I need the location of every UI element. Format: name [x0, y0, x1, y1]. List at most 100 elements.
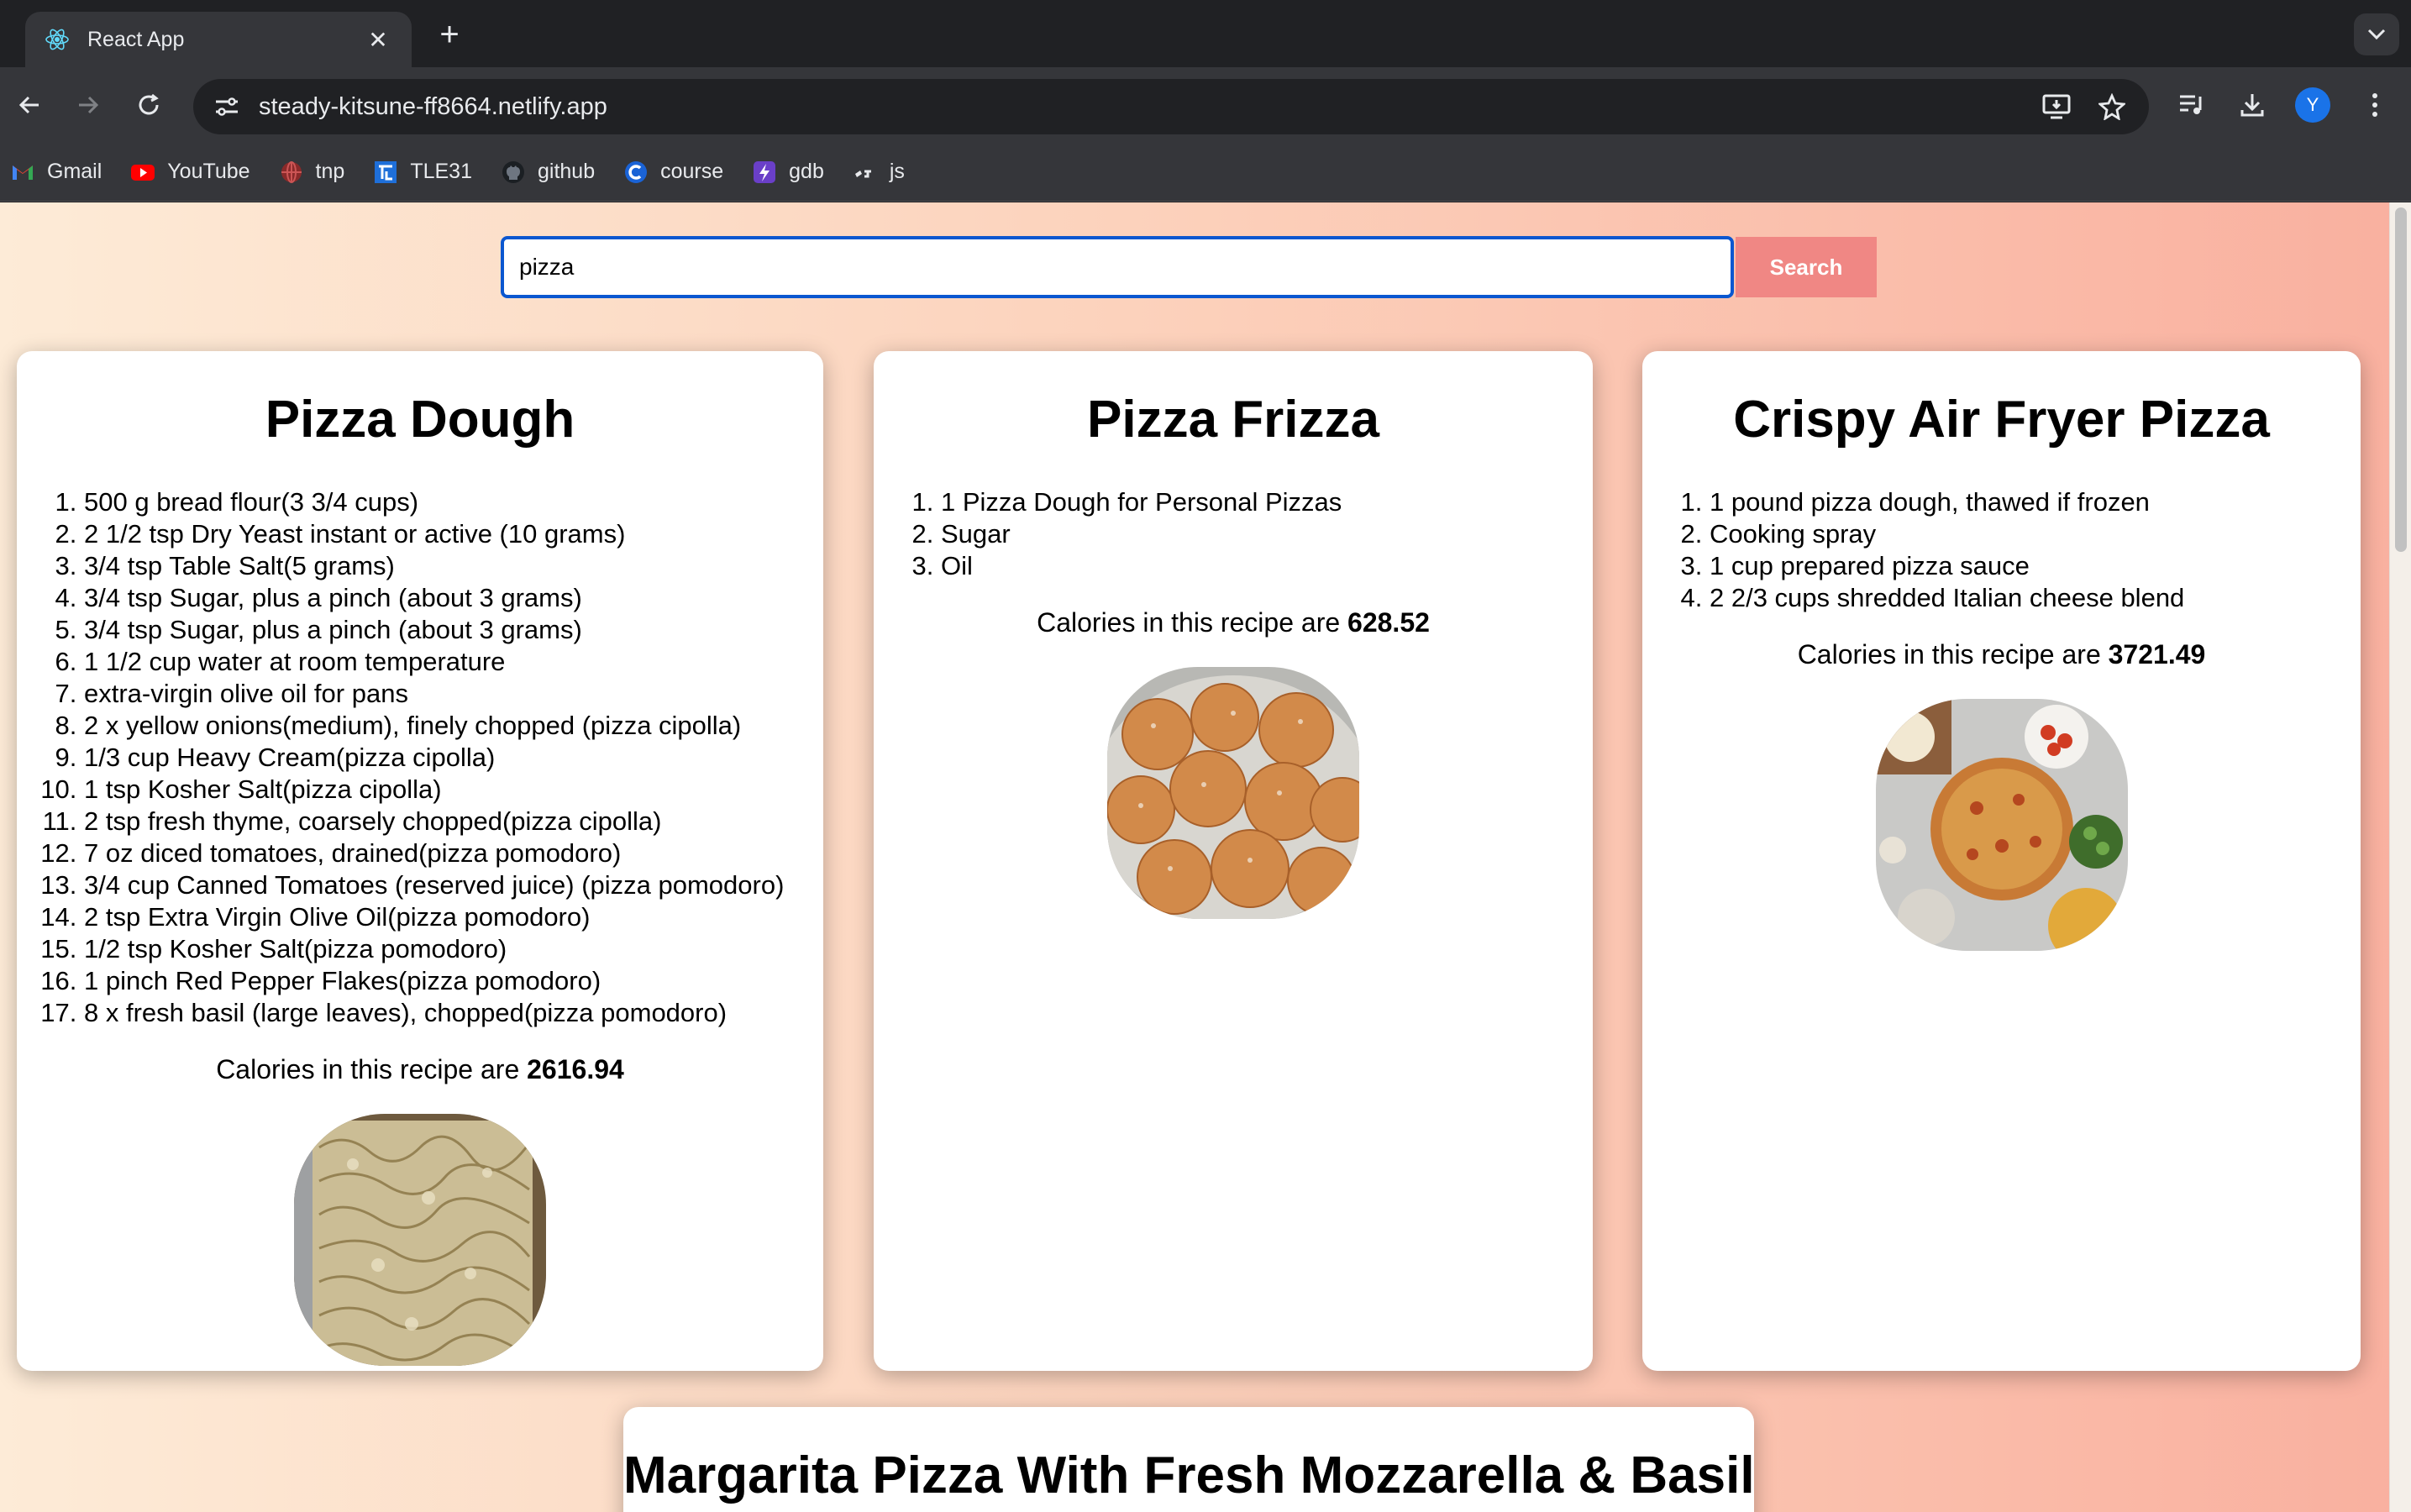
browser-toolbar: steady-kitsune-ff8664.netlify.app Y — [0, 67, 2411, 143]
tab-title: React App — [87, 27, 185, 51]
ingredient-item: 8 x fresh basil (large leaves), chopped(… — [84, 997, 823, 1029]
recipe-card: Crispy Air Fryer Pizza 1 pound pizza dou… — [1642, 351, 2361, 1371]
recipe-image — [1107, 667, 1359, 919]
arrow-right-icon — [79, 96, 99, 114]
ingredient-item: 1 Pizza Dough for Personal Pizzas — [941, 486, 1593, 518]
search-input[interactable] — [501, 236, 1734, 298]
ingredient-item: Cooking spray — [1710, 518, 2361, 550]
bookmark-tnp[interactable]: tnp — [279, 160, 345, 185]
bookmark-youtube[interactable]: YouTube — [130, 160, 250, 185]
ingredient-item: extra-virgin olive oil for pans — [84, 678, 823, 710]
ingredient-item: 1/3 cup Heavy Cream(pizza cipolla) — [84, 742, 823, 774]
address-bar[interactable]: steady-kitsune-ff8664.netlify.app — [193, 79, 2149, 134]
ingredient-list: 1 pound pizza dough, thawed if frozen Co… — [1642, 486, 2361, 614]
ingredient-item: 2 x yellow onions(medium), finely choppe… — [84, 710, 823, 742]
ingredient-item: 3/4 tsp Table Salt(5 grams) — [84, 550, 823, 582]
calories-text: Calories in this recipe are 2616.94 — [17, 1054, 823, 1085]
ingredient-item: 500 g bread flour(3 3/4 cups) — [84, 486, 823, 518]
gdb-icon — [754, 160, 776, 183]
chevron-down-icon — [2367, 29, 2386, 40]
bookmark-label: js — [889, 160, 905, 183]
ingredient-item: 2 tsp fresh thyme, coarsely chopped(pizz… — [84, 806, 823, 837]
calories-value: 2616.94 — [527, 1054, 624, 1084]
recipe-image — [294, 1114, 546, 1366]
bookmark-github[interactable]: github — [501, 160, 595, 185]
ingredient-item: 2 tsp Extra Virgin Olive Oil(pizza pomod… — [84, 901, 823, 933]
calories-prefix: Calories in this recipe are — [1037, 607, 1341, 638]
youtube-icon — [131, 164, 155, 181]
ingredient-item: 1/2 tsp Kosher Salt(pizza pomodoro) — [84, 933, 823, 965]
ingredient-item: 3/4 cup Canned Tomatoes (reserved juice)… — [84, 869, 823, 901]
ingredient-item: 3/4 tsp Sugar, plus a pinch (about 3 gra… — [84, 614, 823, 646]
calories-prefix: Calories in this recipe are — [1797, 639, 2101, 669]
bookmark-gdb[interactable]: gdb — [752, 160, 824, 185]
profile-avatar[interactable]: Y — [2295, 87, 2330, 123]
recipe-title: Crispy Air Fryer Pizza — [1733, 391, 2270, 449]
bookmark-label: YouTube — [167, 160, 250, 183]
calories-prefix: Calories in this recipe are — [216, 1054, 520, 1084]
arrow-left-icon — [18, 96, 39, 114]
download-icon[interactable] — [2233, 86, 2272, 124]
kebab-menu-icon[interactable] — [2356, 86, 2394, 124]
bookmark-label: course — [660, 160, 724, 183]
bookmark-gmail[interactable]: Gmail — [10, 160, 102, 185]
calories-value: 628.52 — [1347, 607, 1430, 638]
github-icon — [502, 160, 524, 183]
back-button[interactable] — [10, 86, 49, 124]
calories-text: Calories in this recipe are 628.52 — [874, 607, 1593, 638]
tab-strip: React App ✕ + — [0, 0, 2411, 67]
bookmark-js[interactable]: js — [853, 160, 905, 185]
bookmark-course[interactable]: course — [623, 160, 723, 185]
ingredient-item: 1 tsp Kosher Salt(pizza cipolla) — [84, 774, 823, 806]
url-text: steady-kitsune-ff8664.netlify.app — [259, 92, 607, 120]
ingredient-item: Sugar — [941, 518, 1593, 550]
reload-button[interactable] — [129, 86, 168, 124]
tab-search-button[interactable] — [2354, 13, 2399, 55]
media-controls-icon[interactable] — [2172, 86, 2211, 124]
bookmark-label: gdb — [789, 160, 824, 183]
ingredient-item: 2 1/2 tsp Dry Yeast instant or active (1… — [84, 518, 823, 550]
bookmark-label: tnp — [315, 160, 345, 183]
search-form: Search — [501, 236, 1877, 298]
ingredient-item: 7 oz diced tomatoes, drained(pizza pomod… — [84, 837, 823, 869]
bookmark-label: Gmail — [47, 160, 102, 183]
ingredient-item: 1 1/2 cup water at room temperature — [84, 646, 823, 678]
js-icon — [854, 170, 871, 177]
tle-icon — [375, 160, 397, 183]
ingredient-item: 1 pinch Red Pepper Flakes(pizza pomodoro… — [84, 965, 823, 997]
browser-tab[interactable]: React App ✕ — [25, 12, 412, 67]
new-tab-icon[interactable]: + — [432, 16, 467, 53]
calories-text: Calories in this recipe are 3721.49 — [1642, 639, 2361, 670]
gmail-icon — [13, 165, 33, 180]
ingredient-list: 1 Pizza Dough for Personal Pizzas Sugar … — [874, 486, 1593, 582]
page-viewport: Search Pizza Dough 500 g bread flour(3 3… — [0, 202, 2411, 1512]
bookmark-label: TLE31 — [410, 160, 472, 183]
react-icon — [45, 29, 69, 50]
recipe-title: Pizza Dough — [265, 391, 575, 449]
reload-icon — [139, 93, 159, 115]
bookmark-tle31[interactable]: TLE31 — [373, 160, 472, 185]
globe-icon — [281, 160, 302, 183]
ingredient-item: 1 cup prepared pizza sauce — [1710, 550, 2361, 582]
search-button[interactable]: Search — [1736, 237, 1877, 297]
bookmarks-bar: Gmail YouTube tnp TLE31 github course gd… — [0, 143, 2411, 202]
recipe-title: Margarita Pizza With Fresh Mozzarella & … — [623, 1446, 1754, 1504]
ingredient-item: 3/4 tsp Sugar, plus a pinch (about 3 gra… — [84, 582, 823, 614]
page-scrollbar[interactable] — [2389, 202, 2411, 1512]
recipe-card: Margarita Pizza With Fresh Mozzarella & … — [623, 1407, 1754, 1512]
ingredient-list: 500 g bread flour(3 3/4 cups) 2 1/2 tsp … — [17, 486, 823, 1029]
recipe-image — [1875, 699, 2128, 951]
scrollbar-thumb[interactable] — [2395, 207, 2407, 552]
ingredient-item: 1 pound pizza dough, thawed if frozen — [1710, 486, 2361, 518]
recipe-card: Pizza Dough 500 g bread flour(3 3/4 cups… — [17, 351, 823, 1371]
calories-value: 3721.49 — [2108, 639, 2206, 669]
forward-button[interactable] — [69, 86, 108, 124]
recipe-title: Pizza Frizza — [1087, 391, 1379, 449]
site-info-icon[interactable] — [210, 90, 244, 123]
close-tab-icon[interactable]: ✕ — [363, 24, 393, 55]
install-app-icon[interactable] — [2038, 88, 2075, 125]
bookmark-star-icon[interactable] — [2093, 88, 2130, 125]
course-icon — [625, 160, 648, 183]
bookmark-label: github — [537, 160, 596, 183]
ingredient-item: Oil — [941, 550, 1593, 582]
